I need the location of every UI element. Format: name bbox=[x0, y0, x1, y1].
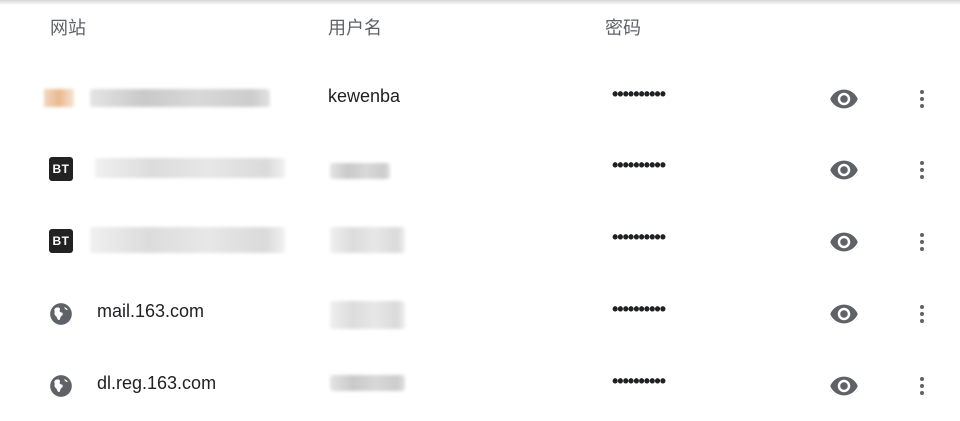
more-vert-icon[interactable] bbox=[910, 227, 934, 257]
header-username: 用户名 bbox=[328, 18, 382, 38]
column-header: 网站 用户名 密码 bbox=[0, 0, 960, 50]
password-row: kewenba •••••••••• bbox=[0, 62, 960, 134]
eye-icon[interactable] bbox=[829, 299, 859, 329]
more-vert-icon[interactable] bbox=[910, 371, 934, 401]
username-redacted bbox=[330, 163, 390, 179]
eye-icon[interactable] bbox=[829, 84, 859, 114]
more-vert-icon[interactable] bbox=[910, 155, 934, 185]
password-row: BT •••••••••• bbox=[0, 205, 960, 277]
eye-icon[interactable] bbox=[829, 227, 859, 257]
globe-icon bbox=[50, 303, 72, 325]
site-text: dl.reg.163.com bbox=[97, 373, 217, 393]
more-vert-icon[interactable] bbox=[910, 84, 934, 114]
bt-favicon: BT bbox=[49, 157, 73, 181]
site-redacted bbox=[95, 158, 285, 178]
username-text: kewenba bbox=[328, 86, 401, 106]
site-redacted bbox=[90, 227, 285, 253]
password-masked: •••••••••• bbox=[612, 299, 666, 319]
password-masked: •••••••••• bbox=[612, 155, 666, 175]
password-row: dl.reg.163.com •••••••••• bbox=[0, 349, 960, 421]
eye-icon[interactable] bbox=[829, 371, 859, 401]
more-vert-icon[interactable] bbox=[910, 299, 934, 329]
password-row: mail.163.com •••••••••• bbox=[0, 277, 960, 349]
username-redacted bbox=[330, 227, 405, 253]
header-password: 密码 bbox=[605, 18, 641, 38]
password-masked: •••••••••• bbox=[612, 371, 666, 391]
username-redacted bbox=[330, 301, 405, 329]
password-masked: •••••••••• bbox=[612, 227, 666, 247]
site-text: mail.163.com bbox=[97, 301, 205, 321]
username-redacted bbox=[330, 375, 405, 391]
password-masked: •••••••••• bbox=[612, 84, 666, 104]
site-redacted bbox=[90, 89, 270, 107]
eye-icon[interactable] bbox=[829, 155, 859, 185]
header-site: 网站 bbox=[50, 18, 86, 38]
password-row: BT •••••••••• bbox=[0, 133, 960, 205]
bt-favicon: BT bbox=[49, 229, 73, 253]
globe-icon bbox=[50, 375, 72, 397]
site-favicon bbox=[44, 89, 74, 107]
